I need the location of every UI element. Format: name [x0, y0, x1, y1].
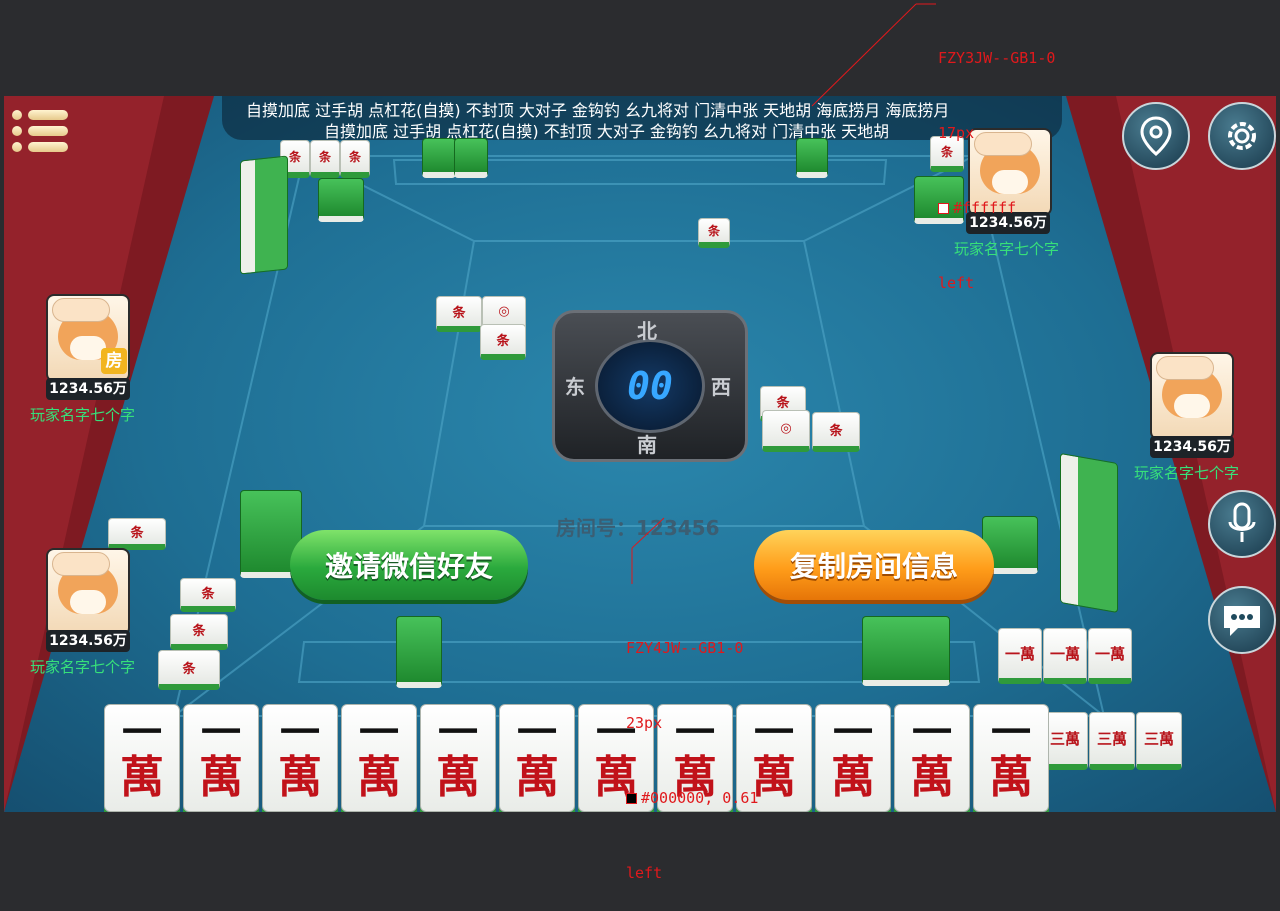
color-swatch — [938, 203, 949, 214]
annotation-room-spec: FZY4JW--GB1-0 23px #000000, 0.61 left — [626, 639, 759, 882]
annotation-top-spec: FZY3JW--GB1-0 17px #ffffff left — [938, 49, 1056, 292]
color-swatch — [626, 793, 637, 804]
